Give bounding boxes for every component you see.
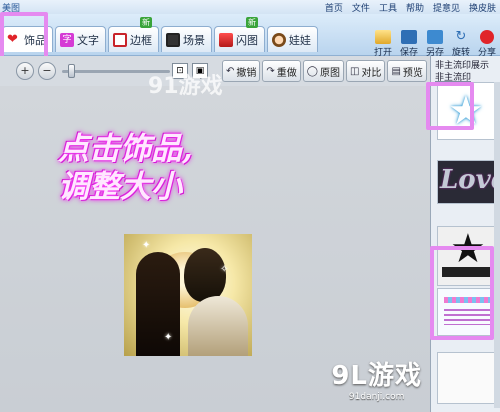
site-watermark: 9L游戏 91danji.com <box>331 355 422 402</box>
compare-icon: ◫ <box>349 65 360 77</box>
flash-icon <box>219 32 233 47</box>
menu-file[interactable]: 文件 <box>352 1 370 14</box>
menu-feedback[interactable]: 提意见 <box>433 1 460 14</box>
tab-scene[interactable]: 场景 <box>161 26 212 52</box>
star-icon: ★ <box>448 88 484 134</box>
file-tools: 打开 保存 另存 ↻ 旋转 分享 <box>372 29 498 59</box>
material-panel: 非主流印展示 非主流印 ★ Love ★ <box>430 56 500 412</box>
sparkle-icon: ✦ <box>164 332 173 343</box>
share-icon <box>480 30 494 44</box>
sticker-dots <box>444 297 490 303</box>
sparkle-icon: ✧ <box>220 264 229 275</box>
sticker-thumb-black-star[interactable]: ★ <box>437 226 495 286</box>
undo-button[interactable]: ↶ 撤销 <box>222 60 261 82</box>
undo-icon: ↶ <box>226 65 235 77</box>
edited-photo[interactable]: ✦ ✧ ✦ <box>124 234 252 356</box>
tab-accessories[interactable]: ❤ 饰品 <box>2 26 53 52</box>
sticker-thumb-love[interactable]: Love <box>437 160 495 204</box>
save-button[interactable]: 保存 <box>398 30 420 58</box>
tab-doll[interactable]: 娃娃 <box>267 26 318 52</box>
editing-canvas[interactable]: 91游戏 点击饰品, 调整大小 ✦ ✧ ✦ 9L游戏 91danji.com <box>0 74 430 412</box>
panel-tabs: 非主流印 <box>431 70 500 83</box>
menu-tools[interactable]: 工具 <box>379 1 397 14</box>
original-icon: ◯ <box>306 65 318 77</box>
rotate-button[interactable]: ↻ 旋转 <box>450 29 472 59</box>
panel-header: 非主流印展示 <box>435 61 490 71</box>
caption-line-1: 点击饰品, <box>58 131 193 167</box>
canvas-watermark: 91游戏 <box>148 74 223 99</box>
top-menu: 首页 文件 工具 帮助 提意见 换皮肤 <box>325 1 496 14</box>
save-as-icon <box>427 30 443 44</box>
panel-scrollbar[interactable] <box>494 82 500 408</box>
sticker-lines <box>444 309 490 325</box>
menu-home[interactable]: 首页 <box>325 1 343 14</box>
tab-frame[interactable]: 新 边框 <box>108 17 159 52</box>
tab-text[interactable]: 字 文字 <box>55 26 106 52</box>
black-star-icon: ★ <box>450 226 486 272</box>
watermark-logo: 9L游戏 <box>331 361 422 391</box>
zoom-out-button[interactable]: − <box>38 62 56 80</box>
watermark-url: 91danji.com <box>348 392 405 402</box>
sticker-thumb-text[interactable] <box>437 288 495 336</box>
save-icon <box>401 30 417 44</box>
frame-icon <box>113 32 127 47</box>
redo-icon: ↷ <box>266 65 275 77</box>
folder-icon <box>375 30 391 44</box>
new-badge: 新 <box>140 17 152 28</box>
panel-tab-nonmainstream[interactable]: 非主流印 <box>435 70 472 83</box>
text-icon: 字 <box>60 32 74 47</box>
main-toolbar: ❤ 饰品 字 文字 新 边框 场景 新 闪图 娃娃 打开 保存 另存 ↻ 旋转 … <box>0 14 500 59</box>
scene-icon <box>166 32 180 47</box>
share-button[interactable]: 分享 <box>476 30 498 58</box>
new-badge: 新 <box>246 17 258 28</box>
rotate-icon: ↻ <box>455 29 467 44</box>
save-as-button[interactable]: 另存 <box>424 30 446 58</box>
app-logo: 美图 <box>2 4 21 14</box>
zoom-in-icon: + <box>20 64 30 77</box>
instruction-caption: 点击饰品, 调整大小 <box>58 130 318 206</box>
original-button[interactable]: ◯ 原图 <box>302 60 344 82</box>
sticker-text-bar <box>442 267 492 277</box>
redo-button[interactable]: ↷ 重做 <box>262 60 301 82</box>
love-sticker-image: Love <box>440 165 494 195</box>
menu-help[interactable]: 帮助 <box>406 1 424 14</box>
category-tabs: ❤ 饰品 字 文字 新 边框 场景 新 闪图 娃娃 <box>2 17 318 52</box>
heart-icon: ❤ <box>7 31 18 47</box>
zoom-slider-handle[interactable] <box>68 64 75 78</box>
menu-skin[interactable]: 换皮肤 <box>469 1 496 14</box>
sticker-thumb-more[interactable] <box>437 352 495 404</box>
edit-actions: ↶ 撤销 ↷ 重做 ◯ 原图 ◫ 对比 ▤ 预览 <box>222 60 427 82</box>
zoom-out-icon: − <box>42 64 52 77</box>
compare-button[interactable]: ◫ 对比 <box>345 60 386 82</box>
zoom-in-button[interactable]: + <box>16 62 34 80</box>
title-bar: 美图 首页 文件 工具 帮助 提意见 换皮肤 <box>0 0 500 14</box>
caption-line-2: 调整大小 <box>58 169 182 205</box>
preview-button[interactable]: ▤ 预览 <box>387 60 427 82</box>
sparkle-icon: ✦ <box>142 240 151 251</box>
doll-icon <box>272 32 286 47</box>
sticker-thumb-star[interactable]: ★ <box>437 82 495 140</box>
tab-flash[interactable]: 新 闪图 <box>214 17 265 52</box>
open-button[interactable]: 打开 <box>372 30 394 58</box>
preview-icon: ▤ <box>391 65 401 77</box>
